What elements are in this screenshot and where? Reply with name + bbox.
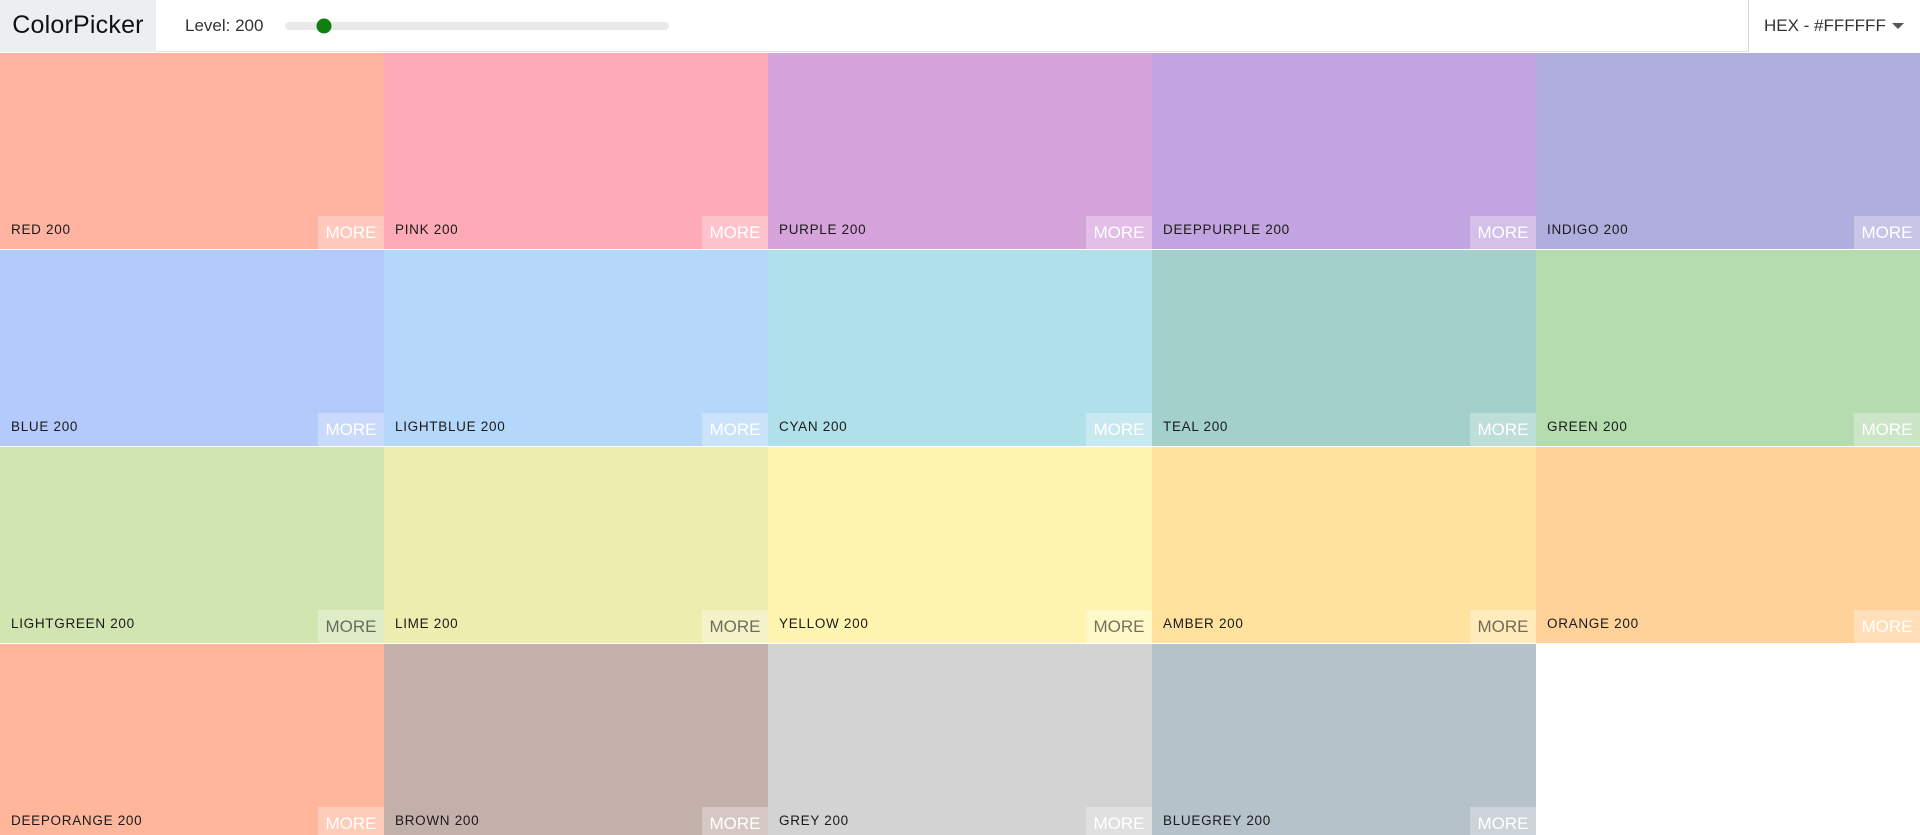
swatch-name: LIME 200 (395, 616, 459, 631)
more-button[interactable]: MORE (318, 216, 384, 249)
more-button[interactable]: MORE (1854, 413, 1920, 446)
swatch-name: INDIGO 200 (1547, 222, 1629, 237)
more-button[interactable]: MORE (318, 413, 384, 446)
swatch-name: LIGHTGREEN 200 (11, 616, 135, 631)
more-button[interactable]: MORE (702, 216, 768, 249)
more-button[interactable]: MORE (702, 413, 768, 446)
color-swatch[interactable]: INDIGO 200 MORE (1536, 53, 1920, 249)
color-palette-grid: RED 200 MORE PINK 200 MORE PURPLE 200 MORE DEE… (0, 53, 1920, 835)
more-button[interactable]: MORE (1470, 610, 1536, 643)
color-swatch[interactable]: BROWN 200 MORE (384, 644, 768, 835)
caret-down-icon (1892, 23, 1904, 29)
more-button[interactable]: MORE (318, 610, 384, 643)
more-button[interactable]: MORE (1086, 807, 1152, 835)
swatch-name: LIGHTBLUE 200 (395, 419, 506, 434)
swatch-name: PURPLE 200 (779, 222, 867, 237)
color-swatch[interactable]: GREEN 200 MORE (1536, 250, 1920, 446)
color-swatch[interactable]: PINK 200 MORE (384, 53, 768, 249)
color-swatch[interactable]: LIME 200 MORE (384, 447, 768, 643)
color-format-select[interactable]: HEX - #FFFFFF (1748, 0, 1920, 52)
color-swatch[interactable]: YELLOW 200 MORE (768, 447, 1152, 643)
more-button[interactable]: MORE (702, 610, 768, 643)
more-button[interactable]: MORE (1470, 807, 1536, 835)
swatch-name: BROWN 200 (395, 813, 480, 828)
color-swatch[interactable]: CYAN 200 MORE (768, 250, 1152, 446)
level-slider[interactable] (285, 18, 670, 33)
top-navbar: ColorPicker Level: 200 HEX - #FFFFFF (0, 0, 1920, 52)
color-format-label: HEX - #FFFFFF (1764, 16, 1886, 35)
more-button[interactable]: MORE (1470, 216, 1536, 249)
color-swatch[interactable]: GREY 200 MORE (768, 644, 1152, 835)
swatch-name: DEEPORANGE 200 (11, 813, 143, 828)
color-swatch[interactable]: DEEPPURPLE 200 MORE (1152, 53, 1536, 249)
level-slider-handle[interactable] (316, 18, 332, 33)
swatch-name: PINK 200 (395, 222, 459, 237)
color-swatch[interactable]: AMBER 200 MORE (1152, 447, 1536, 643)
swatch-name: ORANGE 200 (1547, 616, 1639, 631)
more-button[interactable]: MORE (1470, 413, 1536, 446)
swatch-name: RED 200 (11, 222, 71, 237)
color-swatch[interactable]: BLUE 200 MORE (0, 250, 384, 446)
swatch-name: CYAN 200 (779, 419, 848, 434)
swatch-name: DEEPPURPLE 200 (1163, 222, 1290, 237)
color-swatch[interactable]: RED 200 MORE (0, 53, 384, 249)
color-swatch[interactable]: BLUEGREY 200 MORE (1152, 644, 1536, 835)
more-button[interactable]: MORE (1854, 610, 1920, 643)
swatch-name: GREEN 200 (1547, 419, 1628, 434)
color-swatch[interactable]: LIGHTGREEN 200 MORE (0, 447, 384, 643)
color-swatch[interactable]: LIGHTBLUE 200 MORE (384, 250, 768, 446)
swatch-name: BLUE 200 (11, 419, 79, 434)
more-button[interactable]: MORE (1854, 216, 1920, 249)
swatch-name: YELLOW 200 (779, 616, 869, 631)
more-button[interactable]: MORE (702, 807, 768, 835)
more-button[interactable]: MORE (1086, 610, 1152, 643)
more-button[interactable]: MORE (1086, 216, 1152, 249)
app-logo[interactable]: ColorPicker (0, 0, 156, 52)
swatch-name: TEAL 200 (1163, 419, 1229, 434)
color-swatch[interactable]: TEAL 200 MORE (1152, 250, 1536, 446)
color-swatch[interactable]: ORANGE 200 MORE (1536, 447, 1920, 643)
swatch-name: GREY 200 (779, 813, 849, 828)
swatch-name: BLUEGREY 200 (1163, 813, 1271, 828)
color-swatch[interactable]: DEEPORANGE 200 MORE (0, 644, 384, 835)
level-label: Level: 200 (185, 15, 264, 35)
more-button[interactable]: MORE (1086, 413, 1152, 446)
more-button[interactable]: MORE (318, 807, 384, 835)
swatch-name: AMBER 200 (1163, 616, 1244, 631)
color-swatch[interactable]: PURPLE 200 MORE (768, 53, 1152, 249)
